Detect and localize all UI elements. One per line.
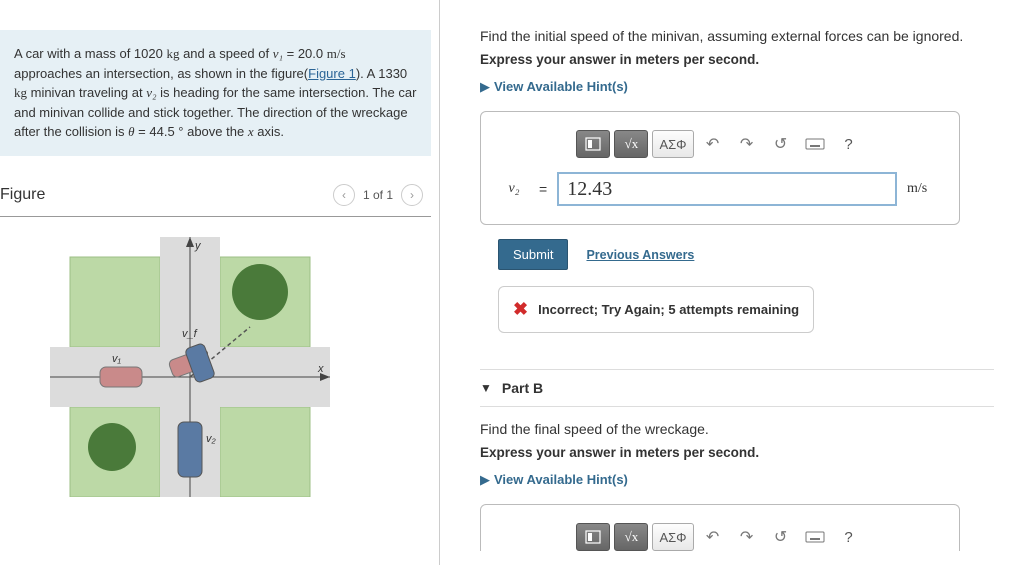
help-icon[interactable]: ? xyxy=(834,130,864,158)
sqrt-button[interactable]: √x xyxy=(614,523,648,551)
caret-right-icon: ▶ xyxy=(480,79,490,95)
submit-button[interactable]: Submit xyxy=(498,239,568,270)
figure-title: Figure xyxy=(0,186,45,204)
answer-box-part-b: √x ΑΣΦ ↶ ↷ ↺ ? xyxy=(480,504,960,551)
undo-icon[interactable]: ↶ xyxy=(698,523,728,551)
template-button[interactable] xyxy=(576,523,610,551)
greek-button[interactable]: ΑΣΦ xyxy=(652,523,693,551)
answer-unit: m/s xyxy=(907,181,941,197)
sqrt-button[interactable]: √x xyxy=(614,130,648,158)
help-icon[interactable]: ? xyxy=(834,523,864,551)
greek-button[interactable]: ΑΣΦ xyxy=(652,130,693,158)
part-a-instruction: Express your answer in meters per second… xyxy=(480,52,994,67)
problem-statement: A car with a mass of 1020 kg and a speed… xyxy=(0,30,431,156)
view-hints-link[interactable]: View Available Hint(s) xyxy=(494,79,628,94)
view-hints-link-b[interactable]: View Available Hint(s) xyxy=(494,472,628,487)
keyboard-icon[interactable] xyxy=(800,523,830,551)
figure-link[interactable]: Figure 1 xyxy=(308,66,356,81)
caret-right-icon: ▶ xyxy=(480,472,490,488)
caret-down-icon[interactable]: ▼ xyxy=(480,381,492,395)
redo-icon[interactable]: ↷ xyxy=(732,130,762,158)
incorrect-icon: ✖ xyxy=(513,299,528,320)
reset-icon[interactable]: ↺ xyxy=(766,523,796,551)
redo-icon[interactable]: ↷ xyxy=(732,523,762,551)
figure-counter: 1 of 1 xyxy=(363,188,393,202)
svg-text:v_f: v_f xyxy=(182,328,198,340)
part-b-instruction: Express your answer in meters per second… xyxy=(480,445,994,460)
answer-box-part-a: √x ΑΣΦ ↶ ↷ ↺ ? v₂ = m/s xyxy=(480,111,960,225)
answer-variable: v₂ xyxy=(499,181,529,197)
svg-text:v₂: v₂ xyxy=(206,433,217,445)
svg-text:v₁: v₁ xyxy=(112,353,122,365)
keyboard-icon[interactable] xyxy=(800,130,830,158)
figure-next-button[interactable]: › xyxy=(401,184,423,206)
feedback-message: ✖ Incorrect; Try Again; 5 attempts remai… xyxy=(498,286,814,333)
figure-image: y x θ v₁ v₂ v_f xyxy=(50,237,439,500)
part-b-question: Find the final speed of the wreckage. xyxy=(480,421,994,437)
equals-sign: = xyxy=(539,181,547,197)
part-b-label: Part B xyxy=(502,380,543,396)
svg-text:x: x xyxy=(317,363,324,375)
answer-input[interactable] xyxy=(557,172,897,206)
previous-answers-link[interactable]: Previous Answers xyxy=(586,248,694,262)
figure-prev-button[interactable]: ‹ xyxy=(333,184,355,206)
reset-icon[interactable]: ↺ xyxy=(766,130,796,158)
undo-icon[interactable]: ↶ xyxy=(698,130,728,158)
part-a-question: Find the initial speed of the minivan, a… xyxy=(480,28,994,44)
template-button[interactable] xyxy=(576,130,610,158)
